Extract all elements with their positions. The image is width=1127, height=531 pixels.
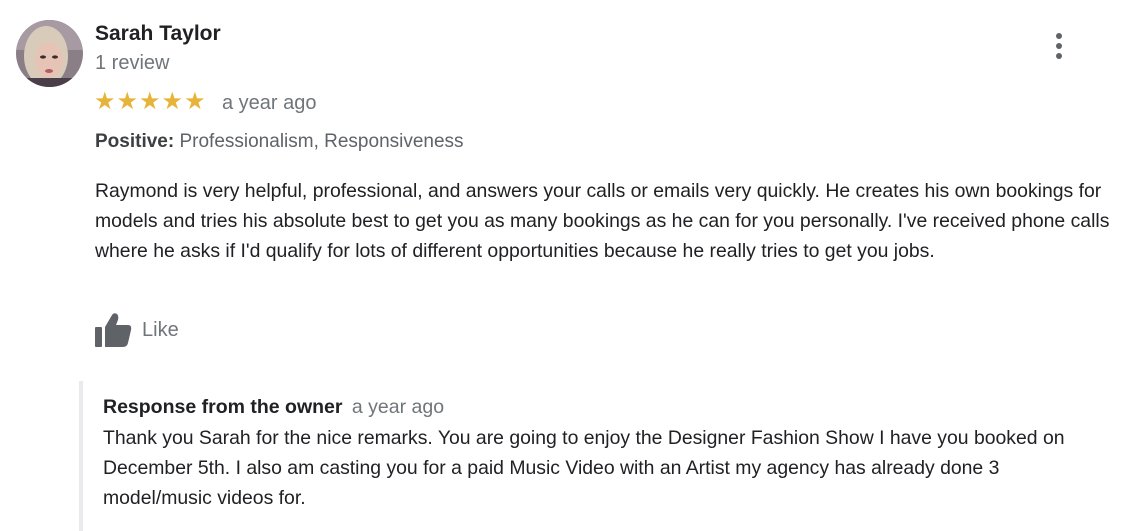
review-time: a year ago <box>222 92 317 114</box>
like-label: Like <box>142 318 179 341</box>
thumbs-up-icon <box>95 313 132 347</box>
star-icon: ★ <box>139 88 161 115</box>
more-vert-icon <box>1056 33 1062 39</box>
positive-label: Positive: <box>95 131 175 152</box>
star-icon: ★ <box>94 88 116 115</box>
star-rating: ★ ★ ★ ★ ★ <box>94 89 206 115</box>
owner-response-title: Response from the owner <box>103 396 343 418</box>
owner-response-text: Thank you Sarah for the nice remarks. Yo… <box>103 427 1065 509</box>
owner-response-time: a year ago <box>351 396 445 418</box>
star-icon: ★ <box>116 88 139 115</box>
review-card: Sarah Taylor 1 review ★ ★ ★ ★ ★ a year a… <box>0 0 1127 531</box>
positive-attributes: Positive: Professionalism, Responsivenes… <box>95 131 464 153</box>
avatar-image <box>16 20 83 87</box>
review-text: Raymond is very helpful, professional, a… <box>95 180 1110 262</box>
avatar[interactable] <box>16 20 83 87</box>
more-vert-icon-dot <box>1056 43 1062 49</box>
review-count: 1 review <box>95 52 170 74</box>
star-icon: ★ <box>161 88 184 115</box>
reviewer-name[interactable]: Sarah Taylor <box>95 22 221 46</box>
like-button[interactable]: Like <box>93 312 179 348</box>
more-options-button[interactable] <box>1043 28 1075 64</box>
owner-response-header: Response from the owner a year ago <box>103 396 444 419</box>
star-icon: ★ <box>184 88 206 115</box>
owner-response: Response from the owner a year ago Thank… <box>79 381 1119 531</box>
positive-value: Professionalism, Responsiveness <box>179 131 464 152</box>
more-vert-icon-dot <box>1056 53 1062 59</box>
